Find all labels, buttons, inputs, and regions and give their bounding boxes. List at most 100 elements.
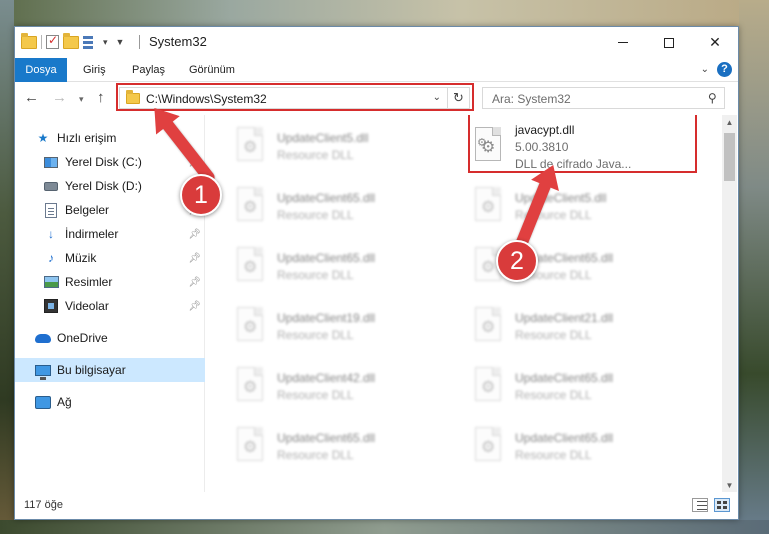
tab-home[interactable]: Giriş: [73, 58, 116, 82]
scroll-down-icon[interactable]: ▼: [722, 478, 737, 493]
scroll-up-icon[interactable]: ▲: [722, 115, 737, 130]
file-type: Resource DLL: [277, 388, 354, 402]
file-item[interactable]: ⚙ UpdateClient42.dll Resource DLL: [225, 359, 455, 415]
back-button[interactable]: ←: [24, 89, 39, 106]
up-button[interactable]: ↑: [97, 89, 105, 106]
chevron-down-icon[interactable]: ⌄: [433, 92, 441, 103]
customize-toolbar-icon[interactable]: ▾: [103, 37, 108, 48]
onedrive-icon: [35, 330, 51, 346]
minimize-icon: [618, 42, 628, 43]
help-icon[interactable]: ?: [717, 62, 732, 77]
sidebar-item-label: İndirmeler: [65, 227, 119, 241]
sidebar-item-this-pc[interactable]: Bu bilgisayar: [15, 358, 205, 382]
dll-file-icon: ⚙: [471, 187, 505, 227]
computer-icon: [35, 362, 51, 380]
file-description: DLL de cifrado Java...: [515, 156, 632, 171]
item-count: 117 öğe: [24, 499, 63, 511]
divider: [139, 35, 140, 49]
navigation-bar: ← → ▾ ↑ C:\Windows\System32 ⌄ ↻ Ara: Sys…: [15, 83, 738, 115]
sidebar-item-music[interactable]: ♪ Müzik 📌︎: [15, 246, 205, 270]
download-icon: ↓: [48, 227, 54, 241]
pin-icon[interactable]: 📌︎: [188, 229, 201, 240]
tab-view[interactable]: Görünüm: [179, 58, 245, 82]
windows-drive-icon: [43, 154, 59, 170]
large-icons-view-button[interactable]: [714, 498, 730, 512]
recent-locations-button[interactable]: ▾: [79, 94, 84, 105]
file-item[interactable]: ⚙ UpdateClient65.dll Resource DLL: [463, 359, 693, 415]
pin-icon[interactable]: 📌︎: [188, 277, 201, 288]
star-icon: ★: [37, 131, 49, 145]
pin-icon[interactable]: 📌︎: [188, 301, 201, 312]
file-item[interactable]: ⚙ UpdateClient65.dll Resource DLL: [463, 419, 693, 475]
properties-icon[interactable]: [83, 35, 99, 49]
folder-icon: [126, 90, 140, 104]
file-item-javacypt[interactable]: ⚙ ⚙ javacypt.dll 5.00.3810 DLL de cifrado…: [463, 119, 693, 175]
network-icon: [35, 394, 51, 410]
close-button[interactable]: ✕: [692, 27, 738, 58]
refresh-button[interactable]: ↻: [447, 88, 469, 108]
dll-file-icon: ⚙: [471, 367, 505, 407]
sidebar-item-label: Belgeler: [65, 203, 110, 217]
file-type: Resource DLL: [277, 448, 354, 462]
file-name: UpdateClient5.dll: [515, 191, 607, 205]
forward-button[interactable]: →: [52, 89, 67, 106]
new-folder-icon[interactable]: [63, 32, 79, 49]
sidebar-item-label: Müzik: [65, 251, 97, 265]
file-version: 5.00.3810: [515, 139, 569, 154]
sidebar-item-videos[interactable]: Videolar 📌︎: [15, 294, 205, 318]
tab-file[interactable]: Dosya: [15, 58, 67, 82]
maximize-button[interactable]: [646, 27, 692, 58]
sidebar-item-downloads[interactable]: ↓ İndirmeler 📌︎: [15, 222, 205, 246]
drive-icon: [43, 178, 59, 194]
file-name: UpdateClient21.dll: [515, 311, 614, 325]
sidebar-item-onedrive[interactable]: OneDrive: [15, 326, 205, 350]
file-name: javacypt.dll: [515, 122, 575, 137]
search-placeholder: Ara: System32: [492, 92, 571, 106]
dll-file-icon: ⚙: [233, 187, 267, 227]
file-item[interactable]: ⚙ UpdateClient21.dll Resource DLL: [463, 299, 693, 355]
desktop-background-bottom: [0, 520, 769, 534]
file-name: UpdateClient65.dll: [515, 431, 614, 445]
file-item[interactable]: ⚙ UpdateClient65.dll Resource DLL: [225, 179, 455, 235]
sidebar-item-label: Resimler: [65, 275, 113, 289]
file-item[interactable]: ⚙ UpdateClient5.dll Resource DLL: [225, 119, 455, 175]
sidebar-item-pictures[interactable]: Resimler 📌︎: [15, 270, 205, 294]
sidebar-item-documents[interactable]: Belgeler 📌︎: [15, 198, 205, 222]
desktop-background-right: [739, 0, 769, 534]
file-item[interactable]: ⚙ UpdateClient65.dll Resource DLL: [225, 419, 455, 475]
file-item[interactable]: ⚙ UpdateClient19.dll Resource DLL: [225, 299, 455, 355]
tab-share[interactable]: Paylaş: [122, 58, 175, 82]
file-type: Resource DLL: [277, 148, 354, 162]
file-type: Resource DLL: [277, 328, 354, 342]
navigation-pane: ★ Hızlı erişim Yerel Disk (C:) 📌︎ Yerel …: [15, 115, 205, 493]
file-item[interactable]: ⚙ UpdateClient5.dll Resource DLL: [463, 179, 693, 235]
file-item[interactable]: ⚙ UpdateClient65.dll Resource DLL: [225, 239, 455, 295]
sidebar-item-label: Hızlı erişim: [57, 131, 117, 145]
sidebar-item-label: Yerel Disk (C:): [65, 155, 142, 169]
file-name: UpdateClient65.dll: [515, 371, 614, 385]
file-list: ⚙ UpdateClient5.dll Resource DLL ⚙ Update…: [219, 115, 722, 493]
scroll-thumb[interactable]: [724, 133, 735, 181]
chevron-down-icon[interactable]: ⌄: [701, 64, 709, 75]
chevron-down-icon[interactable]: ▼: [116, 37, 125, 47]
sidebar-item-drive-d[interactable]: Yerel Disk (D:): [15, 174, 205, 198]
file-type: Resource DLL: [277, 208, 354, 222]
details-view-button[interactable]: [692, 498, 708, 512]
vertical-scrollbar[interactable]: ▲ ▼: [722, 115, 737, 493]
sidebar-item-network[interactable]: Ağ: [15, 390, 205, 414]
dll-file-icon: ⚙: [233, 427, 267, 467]
minimize-button[interactable]: [600, 27, 646, 58]
properties-check-icon[interactable]: [46, 33, 59, 49]
dll-file-icon: ⚙: [233, 367, 267, 407]
desktop-background-left: [0, 0, 14, 534]
search-input[interactable]: Ara: System32 ⚲: [482, 87, 725, 109]
sidebar-item-label: Ağ: [57, 395, 72, 409]
search-icon[interactable]: ⚲: [708, 91, 717, 105]
file-name: UpdateClient5.dll: [277, 131, 369, 145]
divider: [41, 35, 42, 49]
status-bar: 117 öğe: [15, 492, 738, 519]
sidebar-item-drive-c[interactable]: Yerel Disk (C:) 📌︎: [15, 150, 205, 174]
desktop-background: [0, 0, 769, 26]
title-bar: ▾ ▼ System32 ✕: [15, 27, 738, 58]
pin-icon[interactable]: 📌︎: [188, 253, 201, 264]
